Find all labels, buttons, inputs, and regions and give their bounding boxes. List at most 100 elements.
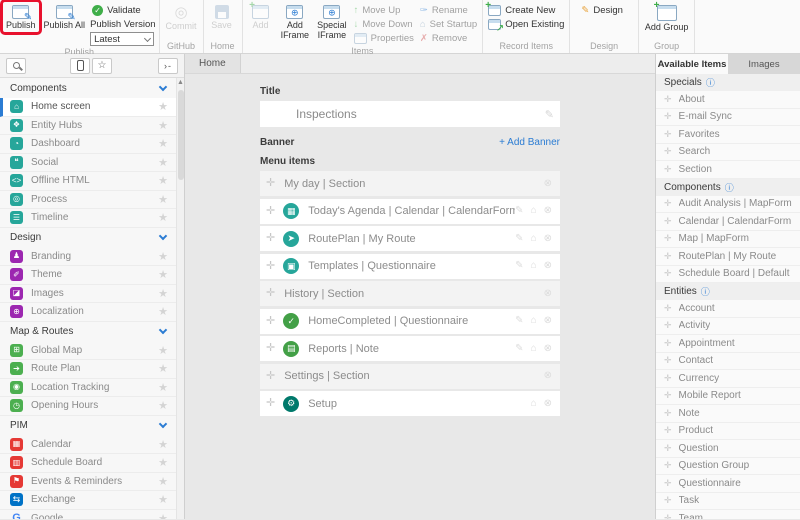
edit-icon[interactable]: ✎: [515, 234, 523, 244]
available-item-row[interactable]: ✛ Questionnaire: [656, 475, 800, 493]
favorite-star-icon[interactable]: ★: [158, 193, 168, 206]
add-iframe-button[interactable]: ⊕ Add IFrame: [278, 2, 313, 42]
tab-images[interactable]: Images: [728, 54, 800, 74]
sidebar-item[interactable]: ▦ Calendar ★: [0, 436, 176, 455]
available-item-row[interactable]: ✛ Map | MapForm: [656, 231, 800, 249]
sidebar-item[interactable]: ⊕ Localization ★: [0, 303, 176, 322]
available-item-row[interactable]: ✛ Audit Analysis | MapForm: [656, 196, 800, 214]
edit-icon[interactable]: ✎: [515, 261, 523, 271]
available-item-row[interactable]: ✛ Search: [656, 144, 800, 162]
favorite-star-icon[interactable]: ★: [158, 512, 168, 519]
sidebar-section-map-routes[interactable]: Map & Routes: [0, 322, 176, 342]
search-button[interactable]: [6, 58, 26, 74]
favorite-star-icon[interactable]: ★: [158, 174, 168, 187]
favorite-star-icon[interactable]: ★: [158, 493, 168, 506]
remove-item-icon[interactable]: ⊗: [544, 399, 552, 409]
favorite-star-icon[interactable]: ★: [158, 287, 168, 300]
available-item-row[interactable]: ✛ Schedule Board | Default: [656, 266, 800, 284]
sidebar-item[interactable]: ▥ Schedule Board ★: [0, 454, 176, 473]
sidebar-item[interactable]: ◉ Location Tracking ★: [0, 379, 176, 398]
favorite-star-icon[interactable]: ★: [158, 100, 168, 113]
available-item-row[interactable]: ✛ About: [656, 91, 800, 109]
favorite-star-icon[interactable]: ★: [158, 268, 168, 281]
favorite-star-icon[interactable]: ★: [158, 438, 168, 451]
sidebar-item[interactable]: ⇆ Exchange ★: [0, 491, 176, 510]
menu-item-row[interactable]: ✛ Settings | Section ✎ ⌂ ⊗: [260, 364, 560, 389]
menu-item-row[interactable]: ✛ My day | Section ✎ ⌂ ⊗: [260, 171, 560, 196]
add-banner-link[interactable]: + Add Banner: [499, 137, 560, 148]
edit-icon[interactable]: ✎: [515, 316, 523, 326]
sidebar-section-design[interactable]: Design: [0, 228, 176, 248]
favorite-star-icon[interactable]: ★: [158, 344, 168, 357]
tab-available-items[interactable]: Available Items: [656, 54, 728, 74]
available-item-row[interactable]: ✛ Appointment: [656, 335, 800, 353]
favorites-filter-button[interactable]: ☆: [92, 58, 112, 74]
drag-handle-icon[interactable]: ✛: [266, 343, 275, 354]
favorite-star-icon[interactable]: ★: [158, 456, 168, 469]
available-item-row[interactable]: ✛ RoutePlan | My Route: [656, 248, 800, 266]
menu-item-row[interactable]: ✛ ▤ Reports | Note ✎ ⌂ ⊗: [260, 336, 560, 361]
home-icon[interactable]: ⌂: [531, 261, 537, 271]
set-startup-button[interactable]: ⌂ Set Startup: [418, 18, 479, 31]
favorite-star-icon[interactable]: ★: [158, 305, 168, 318]
add-button[interactable]: + Add: [246, 2, 276, 32]
info-icon[interactable]: ⓘ: [701, 285, 710, 298]
title-input[interactable]: Inspections ✎: [260, 101, 560, 127]
home-icon[interactable]: ⌂: [531, 234, 537, 244]
available-item-row[interactable]: ✛ Activity: [656, 318, 800, 336]
sidebar-item[interactable]: ◎ Process ★: [0, 191, 176, 210]
available-item-row[interactable]: ✛ Contact: [656, 353, 800, 371]
favorite-star-icon[interactable]: ★: [158, 362, 168, 375]
info-icon[interactable]: ⓘ: [706, 76, 715, 89]
sidebar-item[interactable]: ⚑ Events & Reminders ★: [0, 473, 176, 492]
scroll-up-icon[interactable]: ▲: [177, 78, 184, 88]
favorite-star-icon[interactable]: ★: [158, 399, 168, 412]
collapse-sidebar-button[interactable]: ›-: [158, 58, 178, 74]
edit-icon[interactable]: ✎: [515, 206, 523, 216]
remove-item-icon[interactable]: ⊗: [544, 179, 552, 189]
favorite-star-icon[interactable]: ★: [158, 156, 168, 169]
home-icon[interactable]: ⌂: [531, 344, 537, 354]
menu-item-row[interactable]: ✛ ▣ Templates | Questionnaire ✎ ⌂ ⊗: [260, 254, 560, 279]
sidebar-item[interactable]: ⊞ Global Map ★: [0, 342, 176, 361]
remove-button[interactable]: ✗ Remove: [418, 32, 479, 45]
menu-item-row[interactable]: ✛ ➤ RoutePlan | My Route ✎ ⌂ ⊗: [260, 226, 560, 251]
menu-item-row[interactable]: ✛ ✓ HomeCompleted | Questionnaire ✎ ⌂ ⊗: [260, 309, 560, 334]
localize-title-icon[interactable]: ✎: [545, 108, 554, 121]
commit-button[interactable]: ◎ Commit: [163, 2, 200, 33]
menu-item-row[interactable]: ✛ ⚙ Setup ✎ ⌂ ⊗: [260, 391, 560, 416]
favorite-star-icon[interactable]: ★: [158, 250, 168, 263]
sidebar-item[interactable]: G Google ★: [0, 510, 176, 520]
drag-handle-icon[interactable]: ✛: [266, 398, 275, 409]
drag-handle-icon[interactable]: ✛: [266, 316, 275, 327]
sidebar-item[interactable]: ◷ Opening Hours ★: [0, 397, 176, 416]
special-iframe-button[interactable]: ⊕ Special IFrame: [314, 2, 350, 42]
save-button[interactable]: Save: [207, 2, 237, 32]
move-down-button[interactable]: ↓ Move Down: [352, 18, 416, 31]
favorite-star-icon[interactable]: ★: [158, 137, 168, 150]
sidebar-item[interactable]: ❝ Social ★: [0, 154, 176, 173]
drag-handle-icon[interactable]: ✛: [266, 288, 275, 299]
remove-item-icon[interactable]: ⊗: [544, 316, 552, 326]
home-icon[interactable]: ⌂: [531, 316, 537, 326]
remove-item-icon[interactable]: ⊗: [544, 344, 552, 354]
rename-button[interactable]: ✑ Rename: [418, 4, 479, 17]
menu-item-row[interactable]: ✛ History | Section ✎ ⌂ ⊗: [260, 281, 560, 306]
drag-handle-icon[interactable]: ✛: [266, 371, 275, 382]
drag-handle-icon[interactable]: ✛: [266, 233, 275, 244]
sidebar-item[interactable]: ➔ Route Plan ★: [0, 360, 176, 379]
publish-all-button[interactable]: ✎ Publish All: [41, 2, 89, 32]
sidebar-item[interactable]: ✐ Theme ★: [0, 266, 176, 285]
menu-item-row[interactable]: ✛ ▦ Today's Agenda | Calendar | Calendar…: [260, 199, 560, 224]
drag-handle-icon[interactable]: ✛: [266, 178, 275, 189]
tab-home[interactable]: Home: [185, 54, 241, 73]
favorite-star-icon[interactable]: ★: [158, 475, 168, 488]
available-item-row[interactable]: ✛ Calendar | CalendarForm: [656, 213, 800, 231]
publish-version-select[interactable]: Latest: [90, 32, 154, 46]
available-item-row[interactable]: ✛ E-mail Sync: [656, 109, 800, 127]
sidebar-section-components[interactable]: Components: [0, 78, 176, 98]
favorite-star-icon[interactable]: ★: [158, 381, 168, 394]
available-item-row[interactable]: ✛ Team: [656, 510, 800, 519]
sidebar-item[interactable]: ⌂ Home screen ★: [0, 98, 176, 117]
sidebar-section-pim[interactable]: PIM: [0, 416, 176, 436]
